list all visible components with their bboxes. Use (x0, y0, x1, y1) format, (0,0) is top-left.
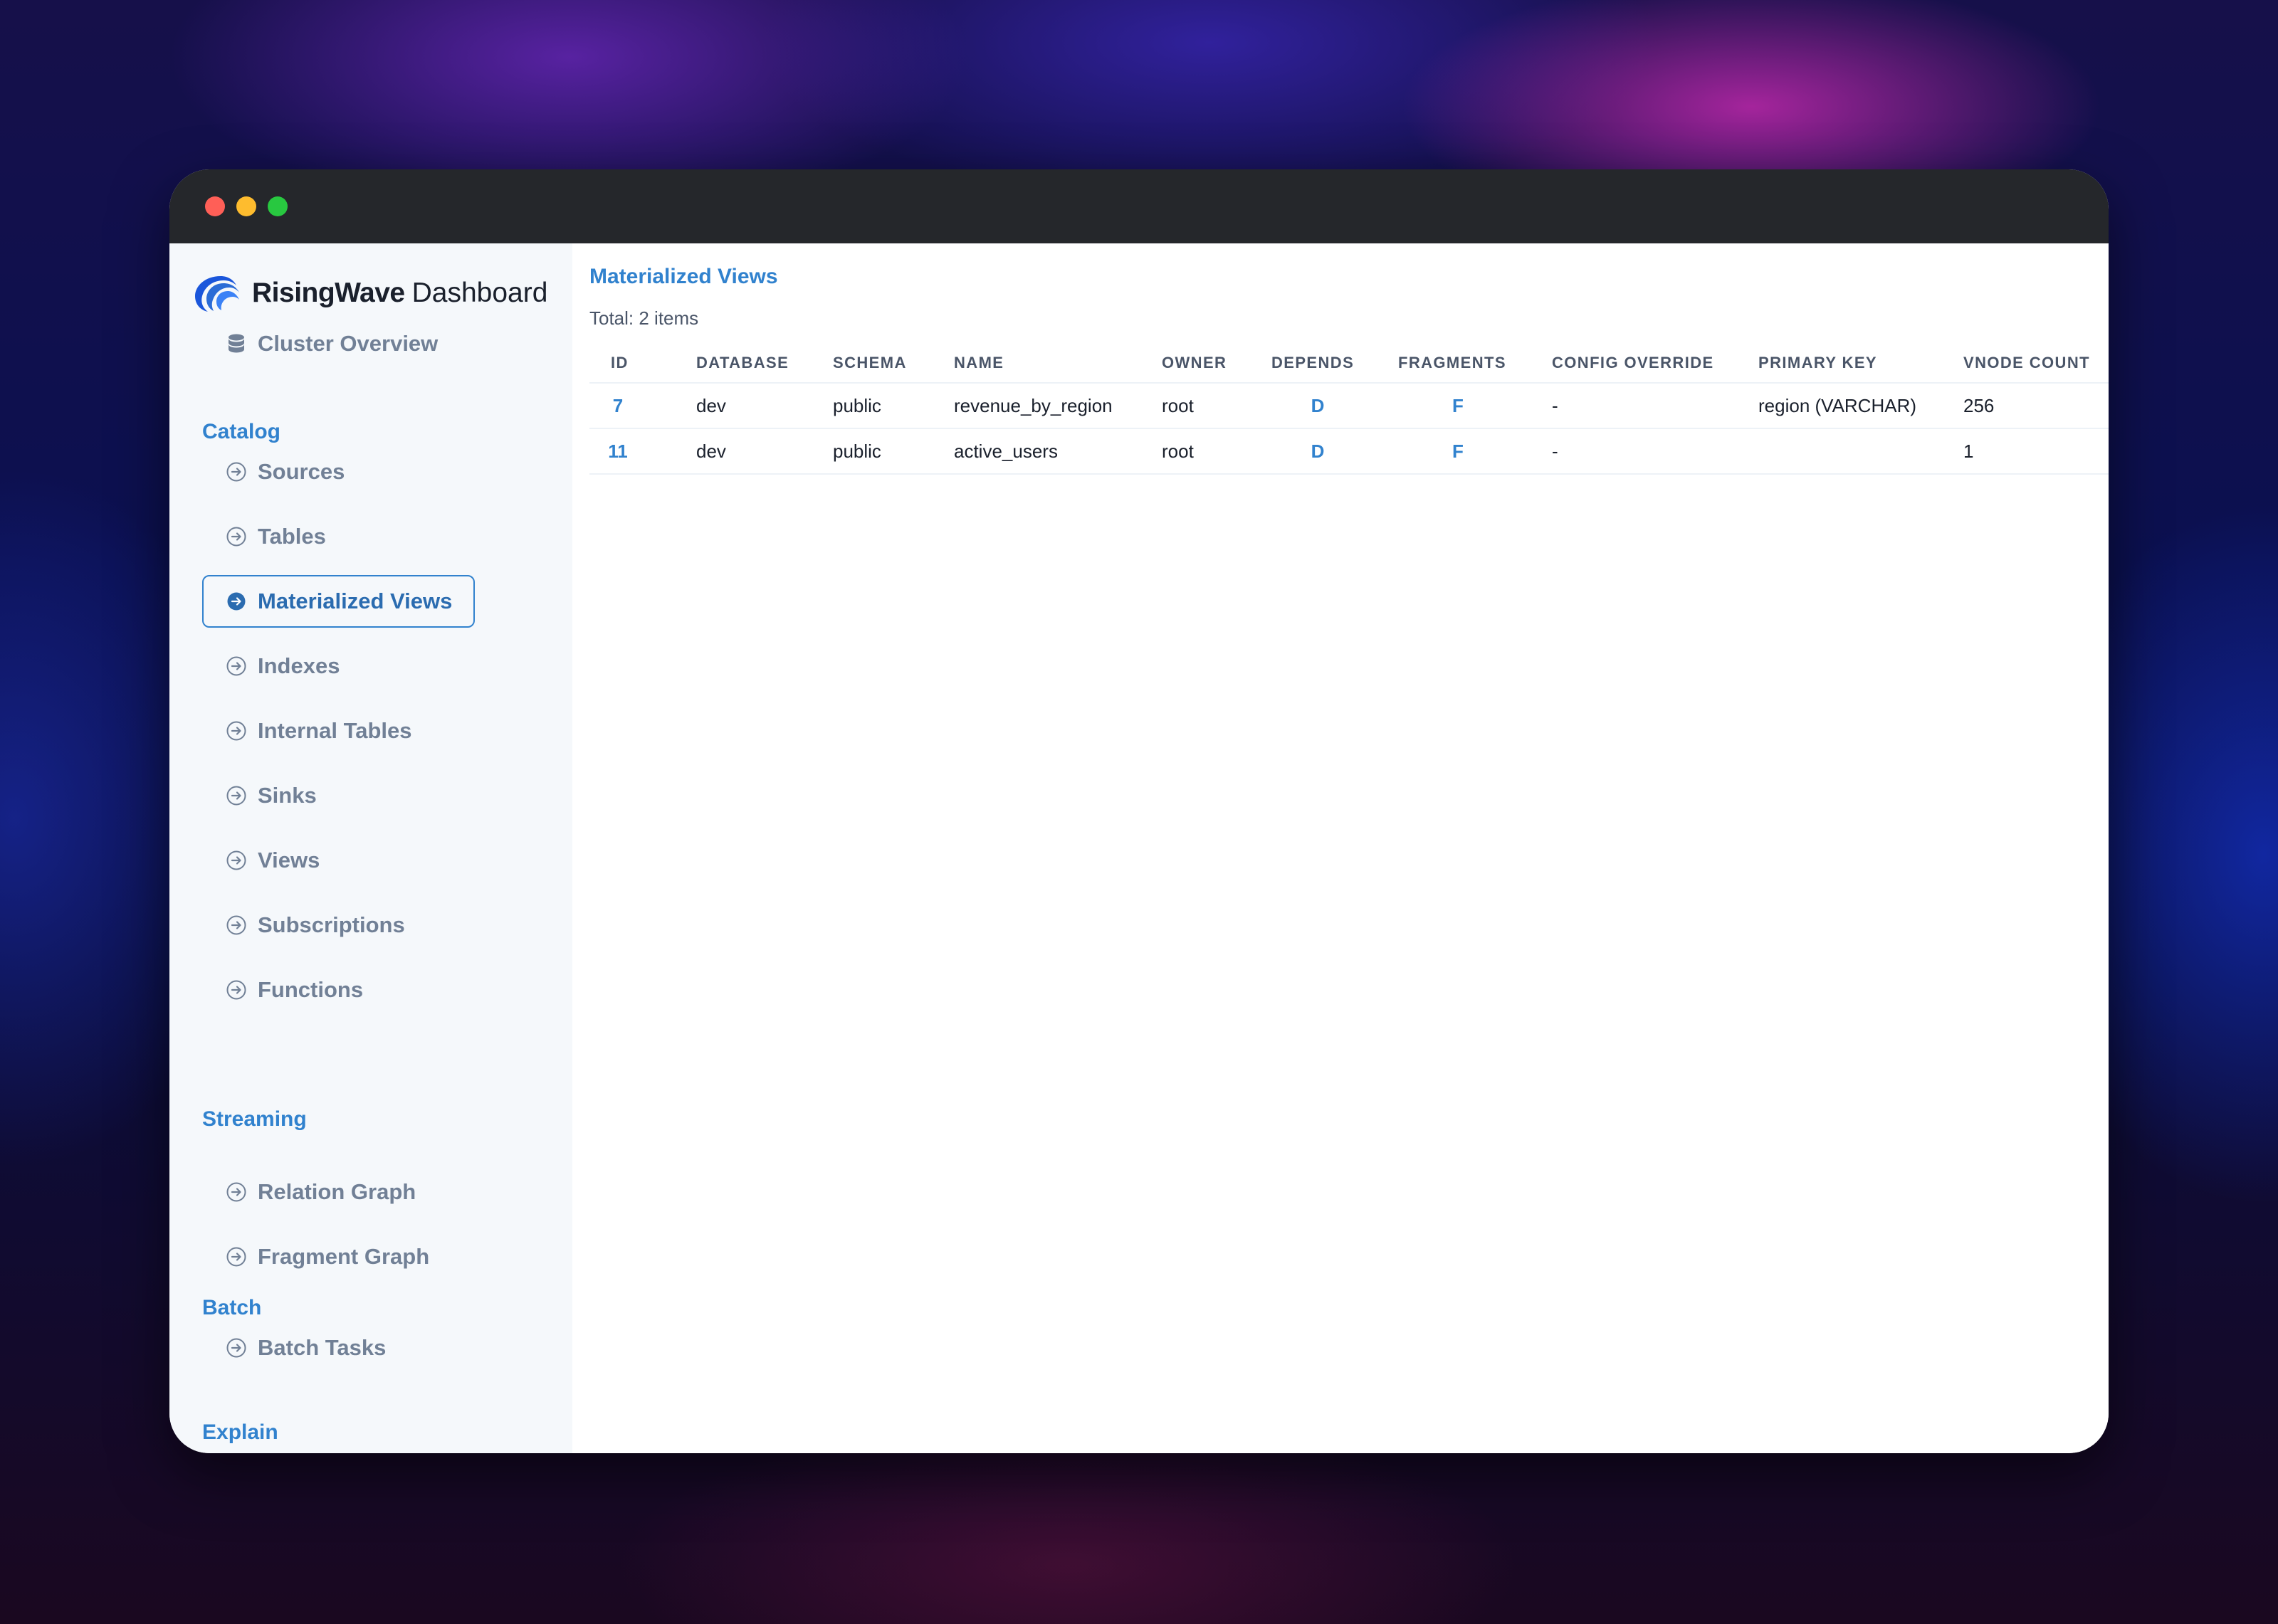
brand-name: RisingWave (252, 278, 405, 308)
sidebar-section-explain: Explain (202, 1420, 278, 1444)
cell-vnode-count: 256 (1942, 383, 2109, 429)
sidebar-section-batch: Batch (202, 1296, 262, 1319)
table-header-row: ID DATABASE SCHEMA NAME OWNER DEPENDS FRAGMENT… (589, 343, 2109, 384)
cell-depends-link[interactable]: D (1250, 428, 1377, 475)
column-header-primary-key[interactable]: PRIMARY KEY (1737, 343, 1942, 384)
cell-name: revenue_by_region (933, 383, 1140, 429)
column-header-owner[interactable]: OWNER (1140, 343, 1250, 384)
arrow-circle-right-icon (225, 849, 248, 872)
brand-logo[interactable]: RisingWave Dashboard (192, 272, 547, 315)
sidebar-item-distributed-plan[interactable]: Distributed Plan (202, 1446, 450, 1453)
cell-config-override: - (1531, 383, 1737, 429)
cell-schema: public (812, 383, 933, 429)
arrow-circle-right-icon (225, 655, 248, 677)
column-header-vnode-count[interactable]: VNODE COUNT (1942, 343, 2109, 384)
sidebar-item-label: Fragment Graph (258, 1244, 430, 1269)
column-header-name[interactable]: NAME (933, 343, 1140, 384)
column-header-database[interactable]: DATABASE (675, 343, 812, 384)
table-row[interactable]: 11 dev public active_users root D F - 1 (589, 428, 2109, 475)
column-header-schema[interactable]: SCHEMA (812, 343, 933, 384)
cell-database: dev (675, 383, 812, 429)
database-icon (225, 332, 248, 355)
sidebar-item-label: Relation Graph (258, 1179, 416, 1204)
arrow-circle-right-icon (225, 1245, 248, 1268)
cell-id-link[interactable]: 7 (589, 383, 675, 429)
sidebar-item-fragment-graph[interactable]: Fragment Graph (202, 1230, 452, 1283)
arrow-circle-right-icon (225, 914, 248, 937)
sidebar-item-label: Functions (258, 977, 364, 1002)
cell-owner: root (1140, 428, 1250, 475)
sidebar-item-sources[interactable]: Sources (202, 445, 367, 498)
app-window: RisingWave Dashboard Cluster Overview Ca… (169, 169, 2109, 1453)
sidebar-item-label: Batch Tasks (258, 1335, 387, 1360)
sidebar-item-cluster-overview[interactable]: Cluster Overview (202, 317, 461, 370)
sidebar-item-relation-graph[interactable]: Relation Graph (202, 1166, 439, 1218)
sidebar-item-indexes[interactable]: Indexes (202, 640, 362, 692)
sidebar-item-label: Sources (258, 459, 345, 484)
column-header-fragments[interactable]: FRAGMENTS (1377, 343, 1531, 384)
sidebar-item-label: Indexes (258, 653, 340, 678)
cell-fragments-link[interactable]: F (1377, 383, 1531, 429)
cell-id-link[interactable]: 11 (589, 428, 675, 475)
column-header-id[interactable]: ID (589, 343, 675, 384)
arrow-circle-right-icon (225, 979, 248, 1001)
cell-primary-key: region (VARCHAR) (1737, 383, 1942, 429)
sidebar-item-tables[interactable]: Tables (202, 510, 349, 563)
cell-owner: root (1140, 383, 1250, 429)
cell-config-override: - (1531, 428, 1737, 475)
sidebar-item-label: Materialized Views (258, 589, 453, 613)
sidebar-item-materialized-views[interactable]: Materialized Views (202, 575, 476, 628)
cell-vnode-count: 1 (1942, 428, 2109, 475)
sidebar-item-label: Subscriptions (258, 912, 405, 937)
sidebar-item-label: Sinks (258, 783, 317, 808)
arrow-circle-right-icon (225, 1336, 248, 1359)
sidebar-item-label: Views (258, 848, 320, 872)
arrow-circle-right-icon (225, 460, 248, 483)
sidebar-item-batch-tasks[interactable]: Batch Tasks (202, 1322, 409, 1374)
arrow-circle-right-icon (225, 590, 248, 613)
maximize-window-button[interactable] (268, 196, 288, 216)
cell-schema: public (812, 428, 933, 475)
cell-name: active_users (933, 428, 1140, 475)
column-header-depends[interactable]: DEPENDS (1250, 343, 1377, 384)
brand-suffix: Dashboard (411, 278, 548, 308)
arrow-circle-right-icon (225, 784, 248, 807)
sidebar: RisingWave Dashboard Cluster Overview Ca… (169, 243, 572, 1453)
main-content: Materialized Views Total: 2 items ID DATA… (572, 243, 2109, 1453)
cell-primary-key (1737, 428, 1942, 475)
sidebar-item-label: Tables (258, 524, 326, 549)
column-header-config-override[interactable]: CONFIG OVERRIDE (1531, 343, 1737, 384)
sidebar-section-catalog: Catalog (202, 420, 281, 443)
cell-depends-link[interactable]: D (1250, 383, 1377, 429)
arrow-circle-right-icon (225, 525, 248, 548)
sidebar-item-sinks[interactable]: Sinks (202, 769, 340, 822)
close-window-button[interactable] (205, 196, 225, 216)
sidebar-item-functions[interactable]: Functions (202, 964, 386, 1016)
title-bar (169, 169, 2109, 243)
cell-database: dev (675, 428, 812, 475)
sidebar-item-subscriptions[interactable]: Subscriptions (202, 899, 428, 951)
total-count: Total: 2 items (589, 307, 699, 329)
table-row[interactable]: 7 dev public revenue_by_region root D F - region… (589, 383, 2109, 429)
sidebar-item-label: Cluster Overview (258, 331, 439, 356)
risingwave-logo-icon (195, 276, 239, 312)
sidebar-section-streaming: Streaming (202, 1107, 307, 1131)
arrow-circle-right-icon (225, 1181, 248, 1203)
cell-fragments-link[interactable]: F (1377, 428, 1531, 475)
page-title: Materialized Views (589, 265, 778, 288)
sidebar-item-label: Internal Tables (258, 718, 412, 743)
sidebar-item-views[interactable]: Views (202, 834, 342, 887)
minimize-window-button[interactable] (236, 196, 256, 216)
arrow-circle-right-icon (225, 719, 248, 742)
sidebar-item-internal-tables[interactable]: Internal Tables (202, 705, 435, 757)
materialized-views-table: ID DATABASE SCHEMA NAME OWNER DEPENDS FRAGMENT… (589, 343, 2109, 475)
